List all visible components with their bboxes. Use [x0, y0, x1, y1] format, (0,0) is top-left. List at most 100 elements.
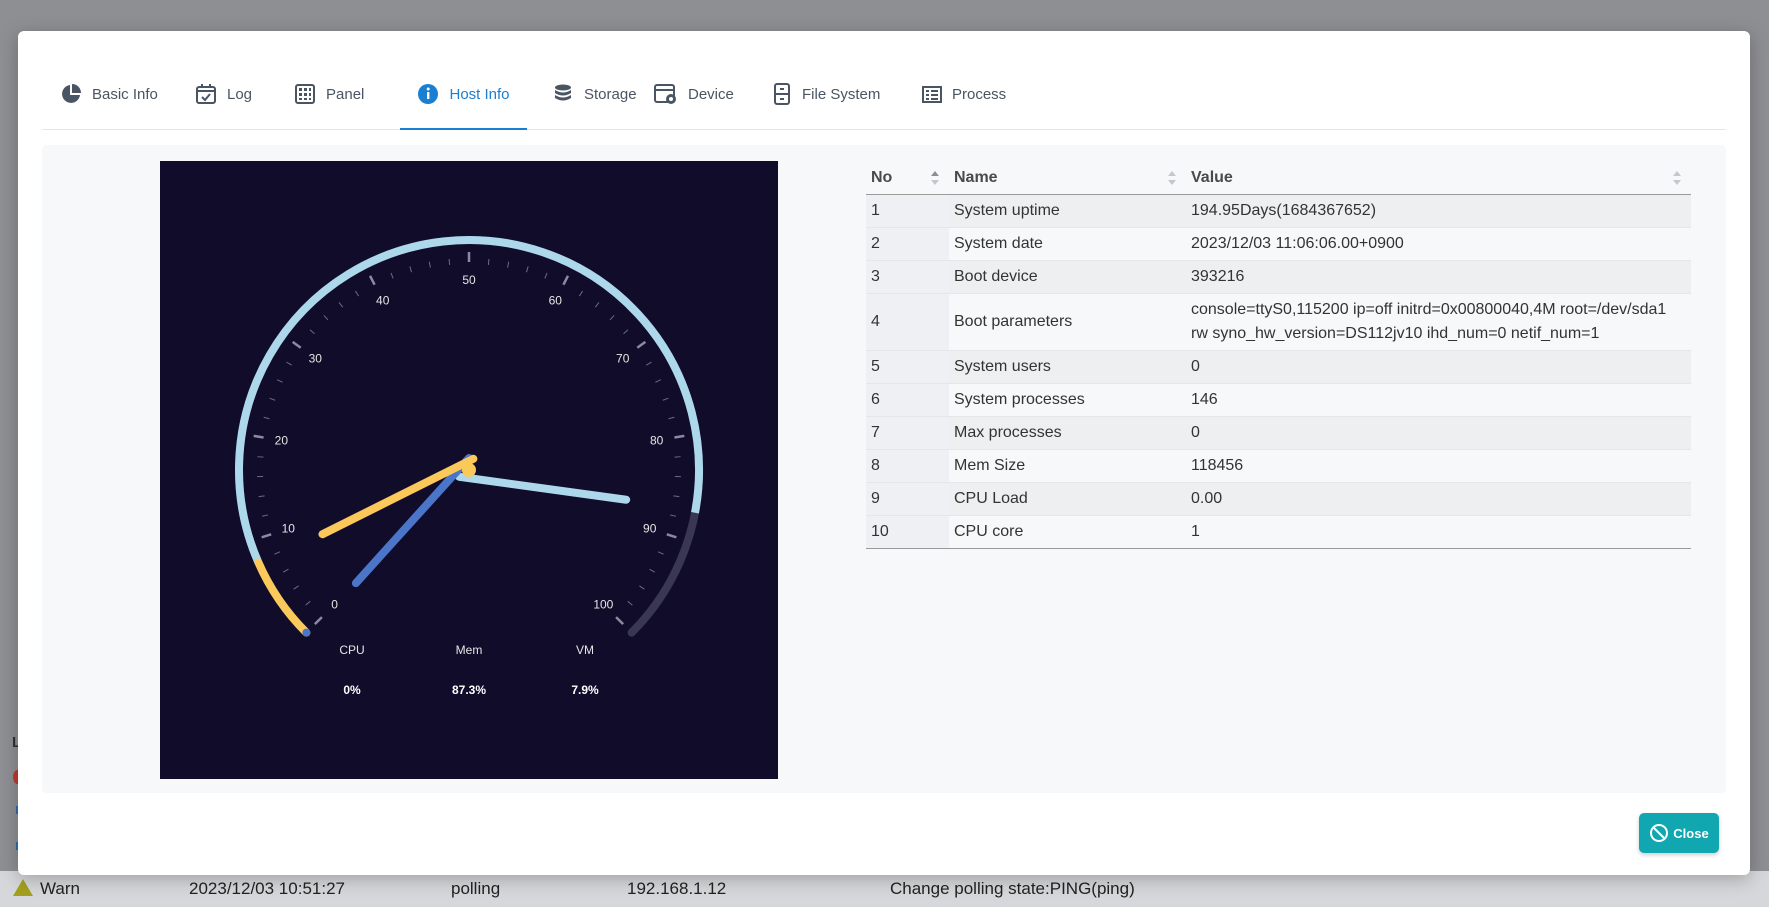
- gauge-tick: [293, 585, 299, 590]
- gauge-tick: [313, 616, 323, 626]
- database-icon: [555, 84, 571, 101]
- tab-basic-info[interactable]: Basic Info: [60, 59, 158, 129]
- gauge-tick-label: 30: [309, 351, 323, 365]
- gauge-tick-label: 20: [275, 433, 289, 447]
- gauge-tick: [338, 302, 344, 308]
- host-info-content: 0 10 20 30 40 50 60 70 80 90 100 CPU 0% Mem 87.3% VM 7.9…: [42, 145, 1726, 793]
- column-header-value[interactable]: Value: [1186, 161, 1691, 195]
- gauge-progress-vm: [254, 558, 311, 637]
- table-row[interactable]: 6 System processes 146: [866, 383, 1691, 417]
- cell-value: 1: [1186, 515, 1691, 549]
- cell-value: 0: [1186, 416, 1691, 450]
- gauge-tick: [609, 315, 615, 321]
- table-row[interactable]: 9 CPU Load 0.00: [866, 482, 1691, 516]
- gauge-tick: [662, 397, 669, 401]
- tab-file-system[interactable]: File System: [772, 59, 880, 129]
- gauge-tick: [428, 261, 431, 268]
- table-row[interactable]: 4 Boot parameters console=ttyS0,115200 ip=…: [866, 293, 1691, 351]
- list-icon: [922, 86, 942, 103]
- sort-icon: [931, 171, 939, 185]
- tab-process[interactable]: Process: [922, 59, 1006, 129]
- gauge-tick: [615, 616, 625, 626]
- gauge-tick: [274, 551, 281, 555]
- tab-host-info[interactable]: Host Info: [400, 59, 527, 130]
- cell-no: 3: [866, 260, 949, 294]
- gauge-tick: [390, 272, 394, 279]
- cell-no: 7: [866, 416, 949, 450]
- tab-device[interactable]: Device: [654, 59, 734, 129]
- gauge-tick: [448, 258, 451, 265]
- host-info-table: No Name Value 1 System uptime 194.95Days(1…: [866, 161, 1691, 549]
- cell-no: 5: [866, 350, 949, 384]
- cell-name: System uptime: [949, 194, 1186, 228]
- column-header-name[interactable]: Name: [949, 161, 1186, 195]
- gauge-tick: [261, 514, 269, 517]
- gauge-series-title: CPU: [339, 643, 364, 657]
- tab-label: Basic Info: [92, 85, 158, 103]
- gauge-progress-cpu: [302, 628, 311, 637]
- gauge-series-title: Mem: [456, 643, 483, 657]
- table-row[interactable]: 2 System date 2023/12/03 11:06:06.00+0900: [866, 227, 1691, 261]
- gauge-tick: [668, 416, 675, 420]
- gauge-tick: [323, 315, 329, 321]
- cell-value: 194.95Days(1684367652): [1186, 194, 1691, 228]
- tab-log[interactable]: Log: [195, 59, 252, 129]
- tab-storage[interactable]: Storage: [552, 59, 637, 129]
- background-log-row[interactable]: Warn 2023/12/03 10:51:27 polling 192.168…: [0, 871, 1769, 907]
- cell-name: System date: [949, 227, 1186, 261]
- gauge-tick-label: 80: [650, 433, 664, 447]
- gauge-tick-label: 60: [549, 294, 563, 308]
- gauge-pointer-mem: [455, 472, 631, 504]
- gauge-tick: [286, 361, 292, 366]
- cell-value: 146: [1186, 383, 1691, 417]
- tab-label: File System: [802, 85, 881, 103]
- tab-bar: Basic Info Log Panel Host Info Storage D…: [42, 59, 1726, 130]
- gauge-tick: [309, 329, 315, 335]
- gauge-tick: [627, 600, 633, 606]
- log-message: Change polling state:PING(ping): [890, 879, 1135, 898]
- table-row[interactable]: 5 System users 0: [866, 350, 1691, 384]
- close-button[interactable]: Close: [1639, 813, 1719, 853]
- gauge-tick: [636, 340, 647, 349]
- gauge-tick: [623, 329, 629, 335]
- header-label: Name: [954, 168, 998, 186]
- cell-name: System users: [949, 350, 1186, 384]
- cell-value: 118456: [1186, 449, 1691, 483]
- gauge-tick: [368, 275, 376, 286]
- gauge-tick: [666, 533, 677, 539]
- tab-panel[interactable]: Panel: [294, 59, 364, 129]
- cell-no: 2: [866, 227, 949, 261]
- gauge-series-value: 7.9%: [571, 683, 599, 697]
- log-time: 2023/12/03 10:51:27: [189, 879, 345, 898]
- tab-label: Storage: [584, 85, 637, 103]
- cell-value: 2023/12/03 11:06:06.00+0900: [1186, 227, 1691, 261]
- cell-no: 9: [866, 482, 949, 516]
- column-header-no[interactable]: No: [866, 161, 949, 195]
- gauge-tick: [673, 495, 680, 498]
- info-icon: [418, 84, 439, 104]
- table-row[interactable]: 1 System uptime 194.95Days(1684367652): [866, 194, 1691, 228]
- tab-label: Process: [952, 85, 1007, 103]
- header-label: Value: [1191, 168, 1233, 186]
- table-row[interactable]: 3 Boot device 393216: [866, 260, 1691, 294]
- log-level: Warn: [40, 879, 80, 898]
- gauge-pointer-vm: [318, 454, 478, 539]
- gauge-series-title: VM: [576, 643, 594, 657]
- gauge-tick: [655, 379, 662, 383]
- table-row[interactable]: 7 Max processes 0: [866, 416, 1691, 450]
- table-row[interactable]: 10 CPU core 1: [866, 515, 1691, 549]
- cell-value: 0: [1186, 350, 1691, 384]
- table-row[interactable]: 8 Mem Size 118456: [866, 449, 1691, 483]
- gauge-tick: [646, 361, 652, 366]
- cell-name: CPU Load: [949, 482, 1186, 516]
- gauge-track: [235, 236, 703, 637]
- cell-name: Mem Size: [949, 449, 1186, 483]
- log-address: 192.168.1.12: [627, 879, 727, 898]
- close-button-label: Close: [1673, 825, 1709, 841]
- gauge-tick-label: 70: [616, 351, 630, 365]
- gauge-tick: [291, 340, 302, 349]
- gauge-series-value: 87.3%: [452, 683, 486, 697]
- gauge-tick: [305, 600, 311, 606]
- gauge-tick: [657, 551, 664, 555]
- gauge-tick: [674, 434, 685, 439]
